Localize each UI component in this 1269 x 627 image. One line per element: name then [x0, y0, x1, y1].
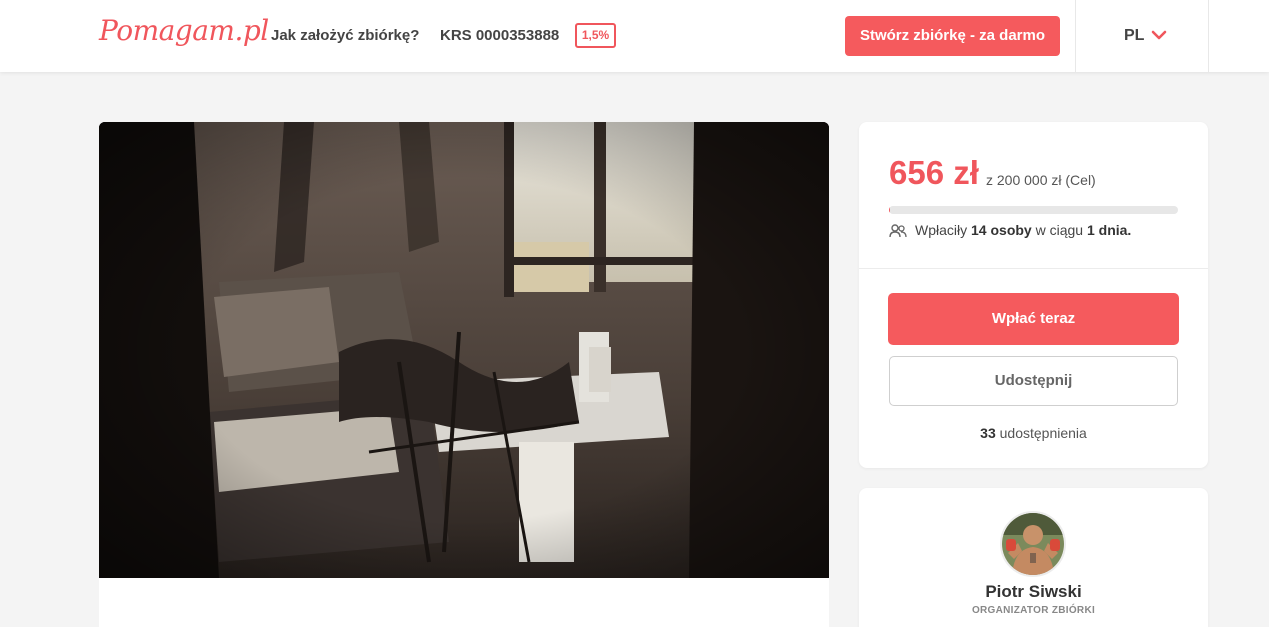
donors-summary: Wpłaciły 14 osoby w ciągu 1 dnia.: [889, 222, 1131, 240]
share-button[interactable]: Udostępnij: [889, 356, 1178, 406]
donate-now-button[interactable]: Wpłać teraz: [888, 293, 1179, 345]
share-count-suffix: udostępnienia: [999, 425, 1087, 441]
share-count-number: 33: [980, 425, 996, 441]
goal-amount: z 200 000 zł (Cel): [986, 172, 1096, 188]
top-navigation-bar: Pomagam.pl Jak założyć zbiórkę? KRS 0000…: [0, 0, 1269, 72]
chevron-down-icon: [1151, 30, 1167, 40]
donors-count: 14 osoby: [971, 222, 1032, 238]
tax-percent-badge[interactable]: 1,5%: [575, 23, 616, 48]
krs-number-link[interactable]: KRS 0000353888: [440, 27, 559, 44]
card-divider: [859, 268, 1208, 269]
donors-prefix: Wpłaciły: [915, 222, 968, 238]
how-to-create-link[interactable]: Jak założyć zbiórkę?: [271, 27, 419, 44]
description-card: [99, 578, 829, 627]
progress-bar: [889, 206, 1178, 214]
organizer-role: ORGANIZATOR ZBIÓRKI: [971, 605, 1096, 616]
donors-mid: w ciągu: [1035, 222, 1084, 238]
people-icon: [889, 224, 907, 238]
share-count: 33 udostępnienia: [859, 425, 1208, 441]
organizer-card: Piotr Siwski ORGANIZATOR ZBIÓRKI: [859, 488, 1208, 627]
fundraiser-summary-card: 656 zł z 200 000 zł (Cel) Wpłaciły 14 os…: [859, 122, 1208, 468]
language-selector[interactable]: PL: [1075, 0, 1209, 72]
fundraiser-cover-photo: [99, 122, 829, 578]
progress-fill: [889, 206, 890, 214]
donors-period: 1 dnia.: [1086, 222, 1132, 238]
site-logo[interactable]: Pomagam.pl: [99, 14, 269, 47]
create-fundraiser-button[interactable]: Stwórz zbiórkę - za darmo: [845, 16, 1060, 56]
language-label: PL: [1124, 27, 1145, 44]
organizer-name[interactable]: Piotr Siwski: [859, 582, 1208, 602]
raised-amount: 656 zł: [889, 154, 979, 191]
organizer-avatar[interactable]: [1000, 511, 1066, 577]
